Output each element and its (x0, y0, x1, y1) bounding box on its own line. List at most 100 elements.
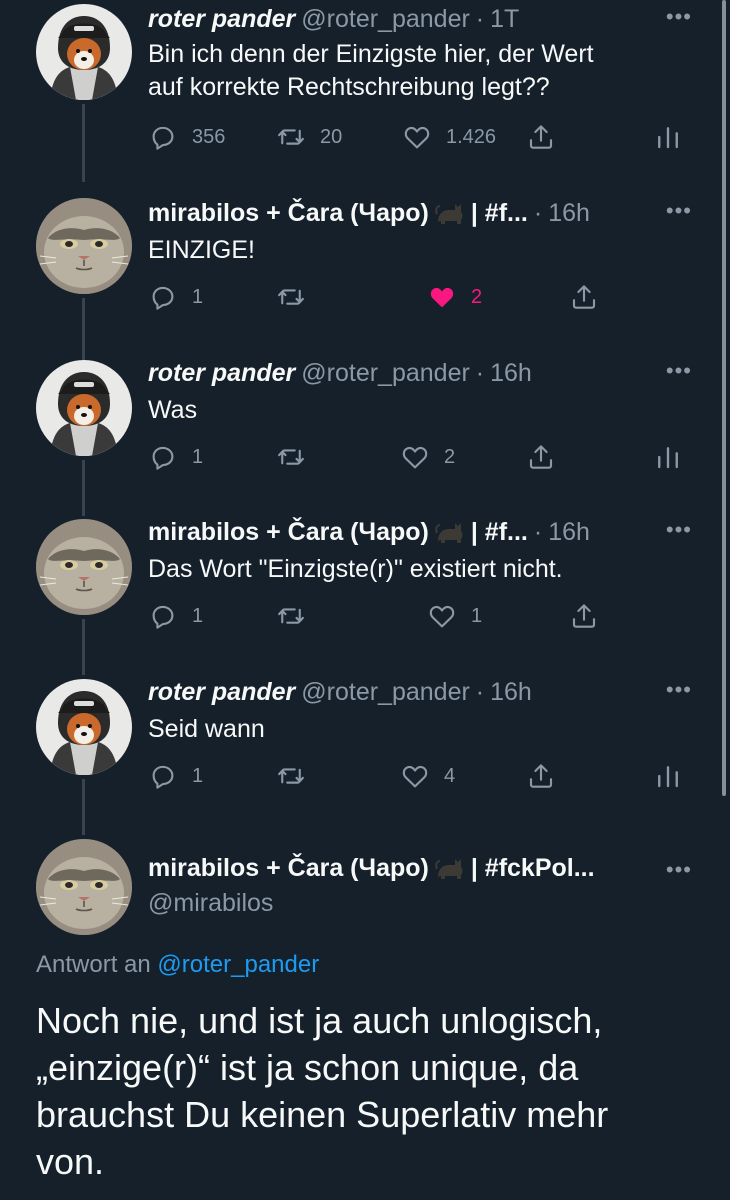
author-handle[interactable]: @roter_pander (301, 5, 470, 34)
tweet-actions: 1 2 (148, 282, 690, 318)
reply-mention-link[interactable]: @roter_pander (157, 951, 319, 978)
separator-dot: · (533, 517, 543, 546)
analytics-button[interactable] (653, 761, 683, 791)
author-handle[interactable]: @roter_pander (301, 678, 470, 707)
thread-line (82, 619, 85, 675)
tweet-actions: 356 20 1.426 (148, 122, 690, 158)
retweet-count: 20 (320, 125, 343, 148)
tweet-text-line: Seid wann (148, 715, 265, 743)
tweet-text-line: brauchst Du keinen Superlativ mehr (36, 1094, 609, 1135)
analytics-icon (653, 122, 683, 152)
avatar-roter-pander[interactable] (36, 679, 132, 775)
reply-button[interactable]: 1 (148, 442, 203, 472)
retweet-button[interactable]: 20 (276, 122, 342, 152)
more-icon[interactable]: ••• (666, 356, 692, 386)
like-count: 4 (444, 764, 456, 787)
like-button[interactable]: 4 (400, 761, 455, 791)
reply-button[interactable]: 1 (148, 282, 203, 312)
tweet-text: Das Wort "Einzigste(r)" existiert nicht. (148, 553, 690, 586)
share-icon (526, 442, 556, 472)
author-name[interactable]: roter pander (148, 678, 295, 707)
share-button[interactable] (569, 282, 599, 312)
like-icon (402, 122, 432, 152)
tweet-3[interactable]: roter pander @roter_pander · 16h ••• Was… (0, 356, 730, 516)
author-name[interactable]: roter pander (148, 359, 295, 388)
avatar-image (36, 198, 132, 294)
thread-line (82, 104, 85, 182)
thread-line (82, 460, 85, 516)
author-name-suffix[interactable]: | #fckPol... (471, 854, 595, 883)
like-button[interactable]: 2 (427, 282, 482, 312)
share-button[interactable] (526, 442, 556, 472)
like-button[interactable]: 1.426 (402, 122, 496, 152)
author-name[interactable]: mirabilos + Čara (Чаро) (148, 199, 429, 228)
reply-button[interactable]: 1 (148, 601, 203, 631)
avatar-mirabilos[interactable] (36, 198, 132, 294)
tweet-text: Bin ich denn der Einzigste hier, der Wer… (148, 38, 690, 104)
timestamp[interactable]: 16h (490, 359, 532, 388)
like-button[interactable]: 1 (427, 601, 482, 631)
like-count: 1 (471, 604, 483, 627)
more-icon[interactable]: ••• (666, 196, 692, 226)
cat-emoji (435, 519, 465, 545)
retweet-icon (276, 122, 306, 152)
retweet-button[interactable] (276, 601, 320, 631)
tweet-text-line: Noch nie, und ist ja auch unlogisch, (36, 1000, 603, 1041)
share-icon (569, 601, 599, 631)
tweet-2[interactable]: mirabilos + Čara (Чаро) | #f... · 16h ••… (0, 196, 730, 366)
more-icon[interactable]: ••• (666, 675, 692, 705)
avatar-mirabilos[interactable] (36, 519, 132, 615)
tweet-text-line: Das Wort "Einzigste(r)" existiert nicht. (148, 555, 563, 583)
avatar-roter-pander[interactable] (36, 360, 132, 456)
tweet-text: Seid wann (148, 713, 690, 746)
timestamp[interactable]: 16h (548, 518, 590, 547)
main-tweet[interactable]: mirabilos + Čara (Чаро) | #fckPol... •••… (0, 835, 730, 1200)
tweet-text: EINZIGE! (148, 234, 690, 267)
tweet-text-line: auf korrekte Rechtschreibung legt?? (148, 73, 550, 101)
avatar-roter-pander[interactable] (36, 4, 132, 100)
tweet-header: roter pander @roter_pander · 16h (148, 675, 682, 709)
more-icon[interactable]: ••• (666, 515, 692, 545)
avatar-mirabilos[interactable] (36, 839, 132, 935)
separator-dot: · (533, 198, 543, 227)
author-handle[interactable]: @mirabilos (148, 889, 273, 918)
author-name-suffix[interactable]: | #f... (471, 518, 528, 547)
tweet-5[interactable]: roter pander @roter_pander · 16h ••• Sei… (0, 675, 730, 835)
timestamp[interactable]: 16h (490, 678, 532, 707)
author-name[interactable]: mirabilos + Čara (Чаро) (148, 518, 429, 547)
author-name-suffix[interactable]: | #f... (471, 199, 528, 228)
like-button[interactable]: 2 (400, 442, 455, 472)
avatar-image (36, 839, 132, 935)
tweet-text-line: „einzige(r)“ ist ja schon unique, da (36, 1047, 579, 1088)
like-count: 1.426 (446, 125, 497, 148)
retweet-icon (276, 761, 306, 791)
tweet-text-line: Was (148, 396, 198, 424)
retweet-button[interactable] (276, 761, 320, 791)
timestamp[interactable]: 16h (548, 199, 590, 228)
tweet-4[interactable]: mirabilos + Čara (Чаро) | #f... · 16h ••… (0, 515, 730, 675)
tweet-text: Was (148, 394, 690, 427)
analytics-button[interactable] (653, 122, 683, 152)
retweet-button[interactable] (276, 282, 320, 312)
share-button[interactable] (569, 601, 599, 631)
tweet-1[interactable]: roter pander @roter_pander · 1T ••• Bin … (0, 2, 730, 182)
tweet-actions: 1 1 (148, 601, 690, 637)
share-icon (526, 761, 556, 791)
reply-icon (148, 761, 178, 791)
author-name[interactable]: roter pander (148, 5, 295, 34)
analytics-button[interactable] (653, 442, 683, 472)
share-button[interactable] (526, 122, 556, 152)
tweet-actions: 1 2 (148, 442, 690, 478)
author-handle[interactable]: @roter_pander (301, 359, 470, 388)
more-icon[interactable]: ••• (666, 855, 692, 885)
more-icon[interactable]: ••• (666, 2, 692, 32)
reply-button[interactable]: 1 (148, 761, 203, 791)
separator-dot: · (475, 677, 485, 706)
timestamp[interactable]: 1T (490, 5, 519, 34)
author-name[interactable]: mirabilos + Čara (Чаро) (148, 854, 429, 883)
retweet-button[interactable] (276, 442, 320, 472)
reply-count: 1 (192, 604, 204, 627)
tweet-header: roter pander @roter_pander · 16h (148, 356, 682, 390)
reply-button[interactable]: 356 (148, 122, 225, 152)
share-button[interactable] (526, 761, 556, 791)
